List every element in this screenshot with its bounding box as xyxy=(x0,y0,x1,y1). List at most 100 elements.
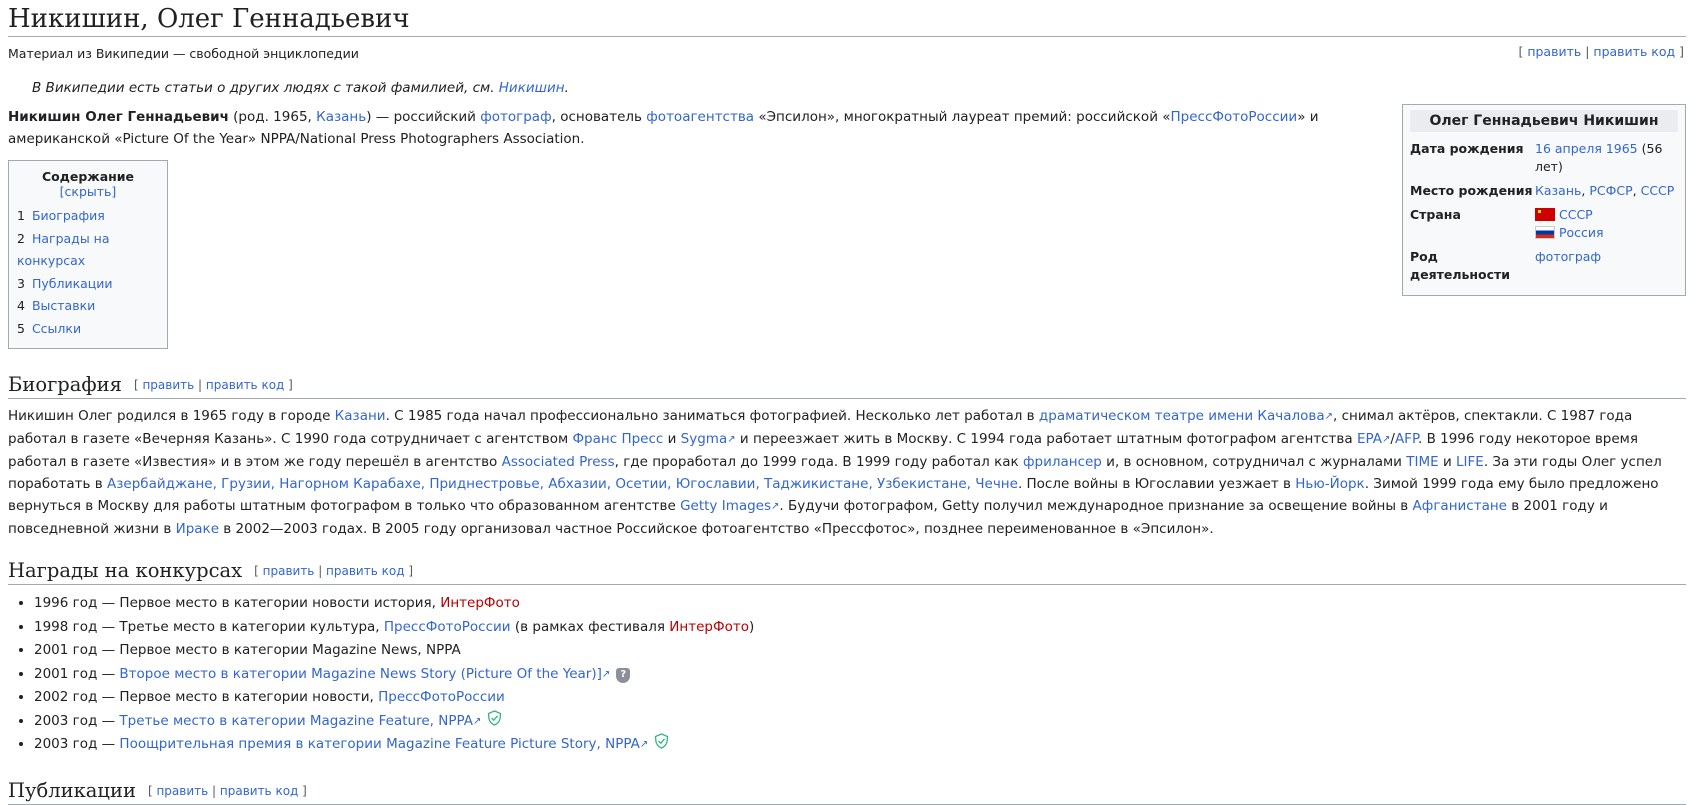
bracket: ] xyxy=(298,783,307,798)
awards-list: 1996 год — Первое место в категории ново… xyxy=(8,592,1686,757)
edit-source-link[interactable]: править код xyxy=(206,378,284,392)
text: и xyxy=(663,431,681,447)
text: 1996 год — Первое место в категории ново… xyxy=(34,595,441,611)
getty-images-link[interactable]: Getty Images xyxy=(680,498,771,514)
edit-link[interactable]: править xyxy=(1527,44,1581,59)
toc-link-exhibitions[interactable]: Выставки xyxy=(32,298,95,313)
list-item: 2001 год — Второе место в категории Maga… xyxy=(34,663,1686,687)
external-link-icon: ↗ xyxy=(601,668,611,680)
toc-link-publications[interactable]: Публикации xyxy=(32,276,113,291)
text: и, в основном, сотрудничал с журналами xyxy=(1101,454,1407,470)
toc-link-links[interactable]: Ссылки xyxy=(32,321,81,336)
section-edit-links: [ править | править код ] xyxy=(134,378,293,392)
birth-date-link[interactable]: 16 апреля 1965 xyxy=(1535,141,1638,156)
toc-item[interactable]: 5 Ссылки xyxy=(17,318,159,341)
afghanistan-link[interactable]: Афганистане xyxy=(1413,498,1507,514)
verified-shield-icon[interactable] xyxy=(654,733,669,749)
associated-press-link[interactable]: Associated Press xyxy=(502,454,615,470)
pressphoto-link[interactable]: ПрессФотоРоссии xyxy=(384,619,511,635)
table-of-contents: Содержание [скрыть] 1 Биография 2 Награды … xyxy=(8,160,168,349)
infobox-row-birth-place: Место рождения Казань, РСФСР, СССР xyxy=(1410,179,1678,203)
unverified-source-icon[interactable]: ? xyxy=(616,667,631,683)
france-presse-link[interactable]: Франс Пресс xyxy=(572,431,663,447)
bracket: [ xyxy=(147,783,157,798)
toc-item[interactable]: 3 Публикации xyxy=(17,273,159,296)
time-link[interactable]: TIME xyxy=(1406,454,1438,470)
toc-item[interactable]: 1 Биография xyxy=(17,205,159,228)
pressphoto-link[interactable]: ПрессФотоРоссии xyxy=(1171,109,1298,125)
freelancer-link[interactable]: фрилансер xyxy=(1023,454,1102,470)
toc-link-awards[interactable]: Награды на конкурсах xyxy=(17,231,110,269)
edit-link[interactable]: править xyxy=(156,784,208,798)
toc-heading: Содержание xyxy=(41,169,135,184)
toc-link-biography[interactable]: Биография xyxy=(32,208,105,223)
interfoto-link[interactable]: ИнтерФото xyxy=(440,595,520,611)
toc-toggle[interactable]: [скрыть] xyxy=(60,184,117,199)
hatnote-text: В Википедии есть статьи о других людях с… xyxy=(32,80,499,96)
text: . С 1985 года начал профессионально зани… xyxy=(385,408,1039,424)
toc-number: 1 xyxy=(17,208,25,223)
section-heading-awards: Награды на конкурсах [ править | править … xyxy=(8,557,1686,585)
text: 2001 год — Первое место в категории Maga… xyxy=(34,642,461,658)
sygma-link[interactable]: Sygma xyxy=(681,431,728,447)
toc-number: 2 xyxy=(17,230,25,246)
section-title: Публикации xyxy=(8,778,136,802)
edit-link[interactable]: править xyxy=(142,378,194,392)
toc-item[interactable]: 2 Награды на конкурсах xyxy=(17,228,159,273)
award-link[interactable]: Поощрительная премия в категории Magazin… xyxy=(119,736,639,752)
text: и xyxy=(1438,454,1457,470)
bracket: ] xyxy=(404,564,413,578)
list-item: 1996 год — Первое место в категории ново… xyxy=(34,592,1686,616)
toc-item[interactable]: 4 Выставки xyxy=(17,295,159,318)
occupation-link[interactable]: фотограф xyxy=(1535,249,1601,264)
toc-number: 5 xyxy=(17,320,25,336)
country-russia-link[interactable]: Россия xyxy=(1559,225,1604,240)
infobox-row-country: Страна СССР Россия xyxy=(1410,203,1678,245)
infobox-title: Олег Геннадьевич Никишин xyxy=(1410,110,1678,132)
country-ussr-link[interactable]: СССР xyxy=(1559,207,1593,222)
new-york-link[interactable]: Нью-Йорк xyxy=(1295,476,1364,492)
edit-source-link[interactable]: править код xyxy=(1593,44,1675,59)
text: , основатель xyxy=(551,109,647,125)
list-item: 2001 год — Первое место в категории Maga… xyxy=(34,639,1686,663)
hatnote-link[interactable]: Никишин xyxy=(499,80,565,96)
kazan-link[interactable]: Казань xyxy=(316,109,366,125)
edit-source-link[interactable]: править код xyxy=(220,784,298,798)
section-edit-links: [ править | править код ] xyxy=(254,564,413,578)
separator: | xyxy=(1581,44,1594,59)
lead-paragraph: Никишин Олег Геннадьевич (род. 1965, Каз… xyxy=(8,106,1393,150)
epa-link[interactable]: EPA xyxy=(1357,431,1382,447)
text: 2002 год — Первое место в категории ново… xyxy=(34,689,379,705)
theatre-link[interactable]: драматическом театре имени Качалова xyxy=(1039,408,1325,424)
rsfsr-link[interactable]: РСФСР xyxy=(1589,183,1632,198)
afp-link[interactable]: AFP xyxy=(1395,431,1418,447)
text: 2001 год — xyxy=(34,665,120,682)
infobox-row-occupation: Род деятельности фотограф xyxy=(1410,245,1678,287)
ussr-link[interactable]: СССР xyxy=(1641,183,1675,198)
kazan-link[interactable]: Казани xyxy=(335,408,386,424)
interfoto-link[interactable]: ИнтерФото xyxy=(669,619,749,635)
section-heading-biography: Биография [ править | править код ] xyxy=(8,371,1686,399)
infobox-row-birth-date: Дата рождения 16 апреля 1965 (56 лет) xyxy=(1410,137,1678,179)
bracket: ] xyxy=(1675,44,1684,59)
section-heading-publications: Публикации [ править | править код ] xyxy=(8,777,1686,805)
text: 2003 год — xyxy=(34,712,120,729)
infobox: Олег Геннадьевич Никишин Дата рождения 1… xyxy=(1402,104,1686,296)
award-link[interactable]: Третье место в категории Magazine Featur… xyxy=(119,713,473,729)
regions-links[interactable]: Азербайджане, Грузии, Нагорном Карабахе,… xyxy=(107,476,1018,492)
verified-shield-icon[interactable] xyxy=(487,709,502,726)
ussr-flag-icon xyxy=(1535,208,1555,221)
toc-title: Содержание [скрыть] xyxy=(17,169,159,199)
edit-source-link[interactable]: править код xyxy=(326,564,404,578)
section-title: Награды на конкурсах xyxy=(8,559,243,582)
text: 1998 год — Третье место в категории куль… xyxy=(34,618,384,635)
iraq-link[interactable]: Ираке xyxy=(176,521,219,537)
pressphoto-link[interactable]: ПрессФотоРоссии xyxy=(378,689,505,705)
award-link[interactable]: Второе место в категории Magazine News S… xyxy=(119,666,601,682)
life-link[interactable]: LIFE xyxy=(1456,454,1484,470)
photographer-link[interactable]: фотограф xyxy=(480,109,551,125)
text: Никишин Олег родился в 1965 году в город… xyxy=(8,408,335,424)
edit-link[interactable]: править xyxy=(263,564,315,578)
kazan-link[interactable]: Казань xyxy=(1535,183,1581,198)
agency-link[interactable]: фотоагентства xyxy=(646,109,754,125)
